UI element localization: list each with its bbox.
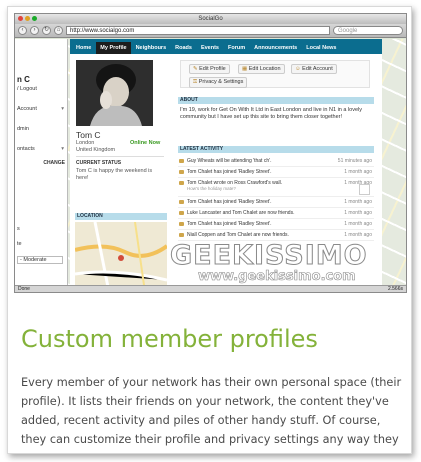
forward-icon[interactable]: › xyxy=(30,26,39,35)
minimize-window-icon[interactable] xyxy=(25,16,30,21)
panel-item-s[interactable]: s xyxy=(17,226,20,232)
activity-item[interactable]: Tom Chalet has joined 'Radley Street'. 1 … xyxy=(178,167,374,178)
activity-item[interactable]: Guy Wheats will be attending 'that ch'. 5… xyxy=(178,156,374,167)
activity-time: 1 month ago xyxy=(344,232,372,238)
current-status-text-cont: here! xyxy=(76,175,89,181)
page-title: Custom member profiles xyxy=(21,325,318,353)
edit-location-label: Edit Location xyxy=(248,66,281,72)
activity-feed: Guy Wheats will be attending 'that ch'. 5… xyxy=(178,156,374,241)
window-titlebar: SocialGo xyxy=(15,14,406,24)
zoom-window-icon[interactable] xyxy=(32,16,37,21)
tab-home[interactable]: Home xyxy=(72,42,96,54)
activity-icon xyxy=(179,222,184,226)
online-status: Online Now xyxy=(130,140,161,146)
tab-roads[interactable]: Roads xyxy=(171,42,196,54)
browser-toolbar: ‹ › ↻ ⌂ http://www.socialgo.com Google xyxy=(15,24,406,38)
current-status-title: CURRENT STATUS xyxy=(76,160,122,166)
tab-local-news[interactable]: Local News xyxy=(302,42,341,54)
url-bar[interactable]: http://www.socialgo.com xyxy=(66,26,330,35)
close-window-icon[interactable] xyxy=(18,16,23,21)
load-time: 2.566s xyxy=(387,286,403,292)
activity-text: Tom Chalet has joined 'Radley Street'. xyxy=(187,199,272,205)
activity-item[interactable]: Tom Chalet has joined 'Radley Street'. 1 … xyxy=(178,197,374,208)
activity-icon xyxy=(179,200,184,204)
chevron-down-icon[interactable]: ▾ xyxy=(61,106,64,112)
activity-time: 51 minutes ago xyxy=(337,158,372,164)
activity-time: 1 month ago xyxy=(344,199,372,205)
tab-neighbours[interactable]: Neighbours xyxy=(131,42,171,54)
watermark-logo: GEEKISSIMO xyxy=(170,240,368,272)
tab-forum[interactable]: Forum xyxy=(224,42,250,54)
pencil-icon: ✎ xyxy=(193,66,198,72)
account-menu[interactable]: Account xyxy=(17,106,37,112)
chevron-down-icon[interactable]: ▾ xyxy=(61,146,64,152)
activity-text: Luke Lancaster and Tom Chalet are now fr… xyxy=(187,210,295,216)
activity-icon xyxy=(179,159,184,163)
activity-item[interactable]: Luke Lancaster and Tom Chalet are now fr… xyxy=(178,208,374,219)
tab-announcements[interactable]: Announcements xyxy=(250,42,302,54)
activity-icon xyxy=(179,170,184,174)
edit-account-button[interactable]: ☺ Edit Account xyxy=(291,64,337,74)
activity-time: 1 month ago xyxy=(344,221,372,227)
logout-link[interactable]: / Logout xyxy=(17,86,37,92)
watermark-url: www.geekissimo.com xyxy=(198,269,356,285)
user-icon: ☺ xyxy=(295,66,301,72)
divider xyxy=(76,156,164,157)
profile-name: Tom C xyxy=(76,130,101,140)
feature-card: SocialGo ‹ › ↻ ⌂ http://www.socialgo.com… xyxy=(7,6,412,454)
window-controls xyxy=(18,16,37,21)
latest-activity-header: LATEST ACTIVITY xyxy=(178,146,374,153)
edit-location-button[interactable]: ▦ Edit Location xyxy=(238,64,285,74)
back-icon[interactable]: ‹ xyxy=(18,26,27,35)
admin-side-panel: n C / Logout Account ▾ dmin ontacts ▾ CH… xyxy=(15,39,68,285)
search-input[interactable]: Google xyxy=(333,26,403,35)
profile-photo xyxy=(76,60,153,126)
feature-description: Every member of your network has their o… xyxy=(21,376,402,453)
activity-text: Guy Wheats will be attending 'that ch'. xyxy=(187,158,272,164)
activity-text: Niall Coppen and Tom Chalet are now frie… xyxy=(187,232,289,238)
profile-country: United Kingdom xyxy=(76,147,116,153)
contacts-menu[interactable]: ontacts xyxy=(17,146,35,152)
moderation-select[interactable]: - Moderate xyxy=(17,256,63,264)
activity-icon xyxy=(179,233,184,237)
edit-account-label: Edit Account xyxy=(302,66,333,72)
privacy-settings-button[interactable]: ⚿ Privacy & Settings xyxy=(189,77,248,88)
activity-icon xyxy=(179,211,184,215)
activity-text: Tom Chalet has joined 'Radley Street'. xyxy=(187,169,272,175)
panel-item-te[interactable]: te xyxy=(17,241,22,247)
browser-statusbar: Done 2.566s xyxy=(15,285,406,292)
location-map[interactable] xyxy=(75,222,167,285)
location-header: LOCATION xyxy=(75,213,167,220)
about-text: I'm 19, work for Get On With It Ltd in E… xyxy=(180,107,363,120)
edit-profile-label: Edit Profile xyxy=(199,66,226,72)
change-link[interactable]: CHANGE xyxy=(43,160,65,166)
activity-icon xyxy=(179,181,184,185)
tab-my-profile[interactable]: My Profile xyxy=(96,42,131,54)
activity-time: 1 month ago xyxy=(344,169,372,175)
profile-city: London xyxy=(76,140,95,146)
panel-username: n C xyxy=(17,75,30,84)
comment-input[interactable] xyxy=(359,184,370,195)
window-title: SocialGo xyxy=(198,16,223,22)
privacy-settings-label: Privacy & Settings xyxy=(198,79,244,85)
lock-icon: ⚿ xyxy=(193,79,198,85)
map-icon: ▦ xyxy=(242,66,248,72)
activity-item[interactable]: Tom Chalet wrote on Ross Crawford's wall… xyxy=(178,178,374,197)
about-header: ABOUT xyxy=(178,97,374,104)
activity-item[interactable]: Tom Chalet has joined 'Radley Street'. 1 … xyxy=(178,219,374,230)
reload-icon[interactable]: ↻ xyxy=(42,26,51,35)
activity-text: Tom Chalet has joined 'Radley Street'. xyxy=(187,221,272,227)
activity-time: 1 month ago xyxy=(344,210,372,216)
main-nav: Home My Profile Neighbours Roads Events … xyxy=(70,39,382,54)
profile-actions: ✎ Edit Profile ▦ Edit Location ☺ Edit Ac… xyxy=(180,60,370,88)
home-icon[interactable]: ⌂ xyxy=(54,26,63,35)
current-status-text: Tom C is happy the weekend is xyxy=(76,168,153,174)
tab-events[interactable]: Events xyxy=(196,42,223,54)
admin-link[interactable]: dmin xyxy=(17,126,29,132)
edit-profile-button[interactable]: ✎ Edit Profile xyxy=(189,64,230,74)
status-text: Done xyxy=(18,286,30,292)
